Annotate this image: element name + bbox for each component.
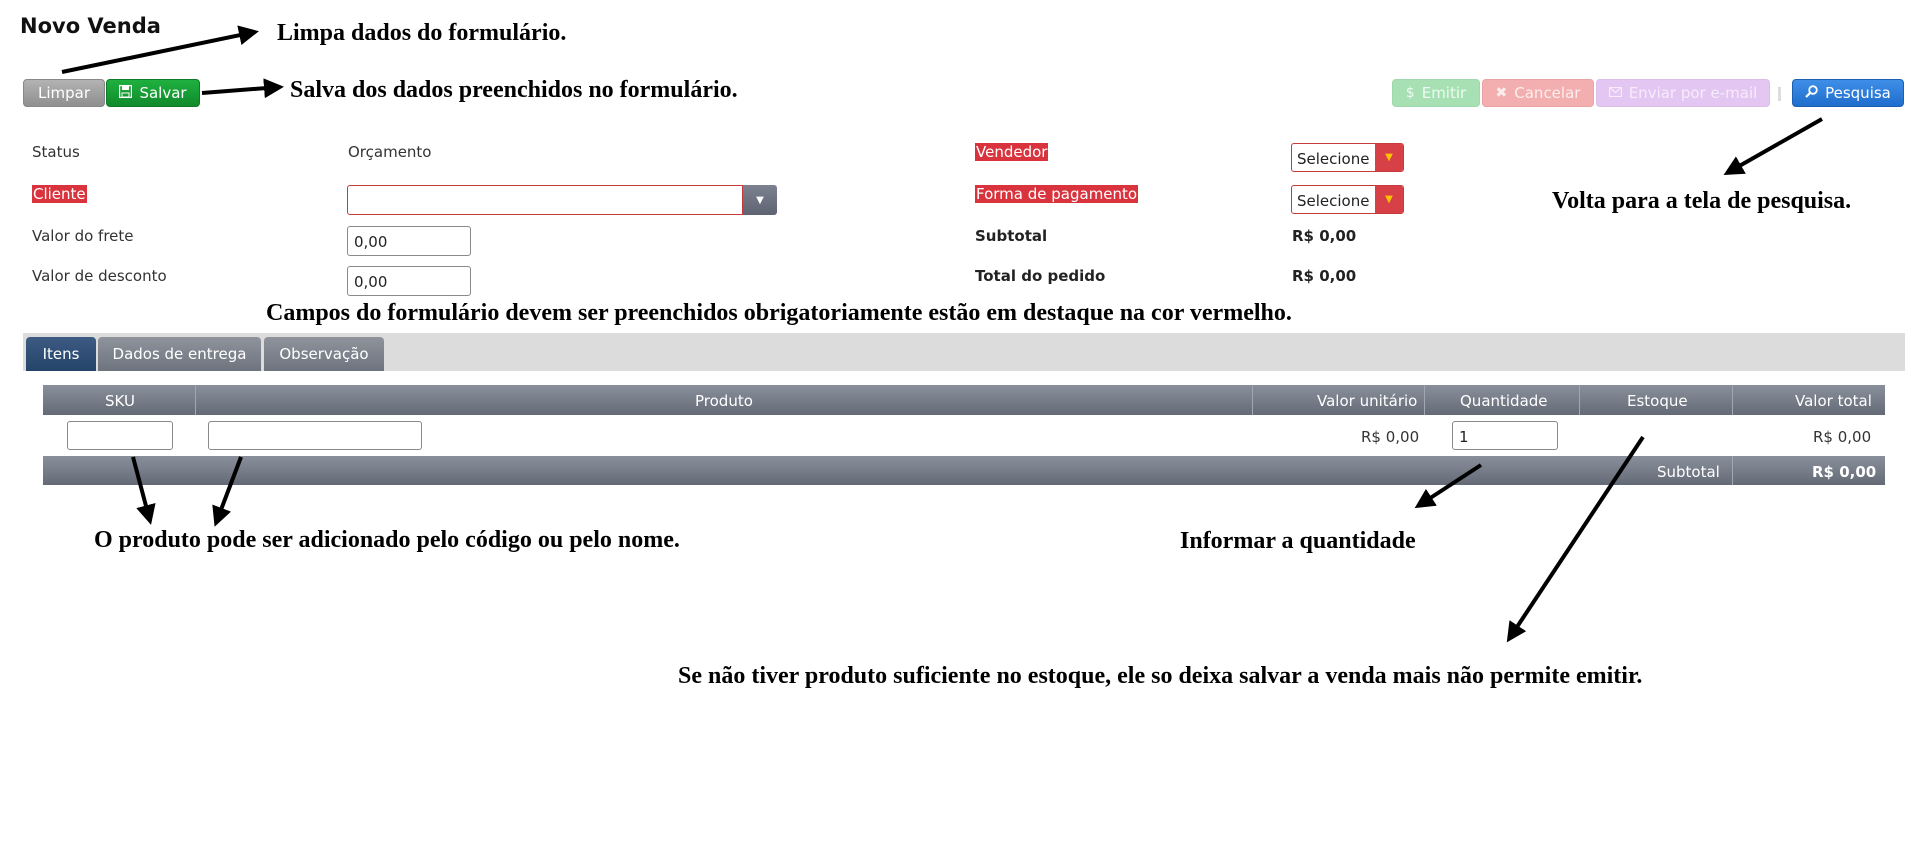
arrow-pesquisa bbox=[1723, 117, 1823, 175]
arrow-limpar bbox=[61, 25, 259, 74]
arrow-estoque bbox=[1506, 435, 1645, 643]
arrow-sku bbox=[131, 456, 156, 525]
arrow-quantidade bbox=[1414, 463, 1483, 509]
annotation-arrows bbox=[61, 25, 1823, 643]
arrow-salvar bbox=[201, 78, 284, 99]
arrow-produto bbox=[212, 456, 243, 527]
